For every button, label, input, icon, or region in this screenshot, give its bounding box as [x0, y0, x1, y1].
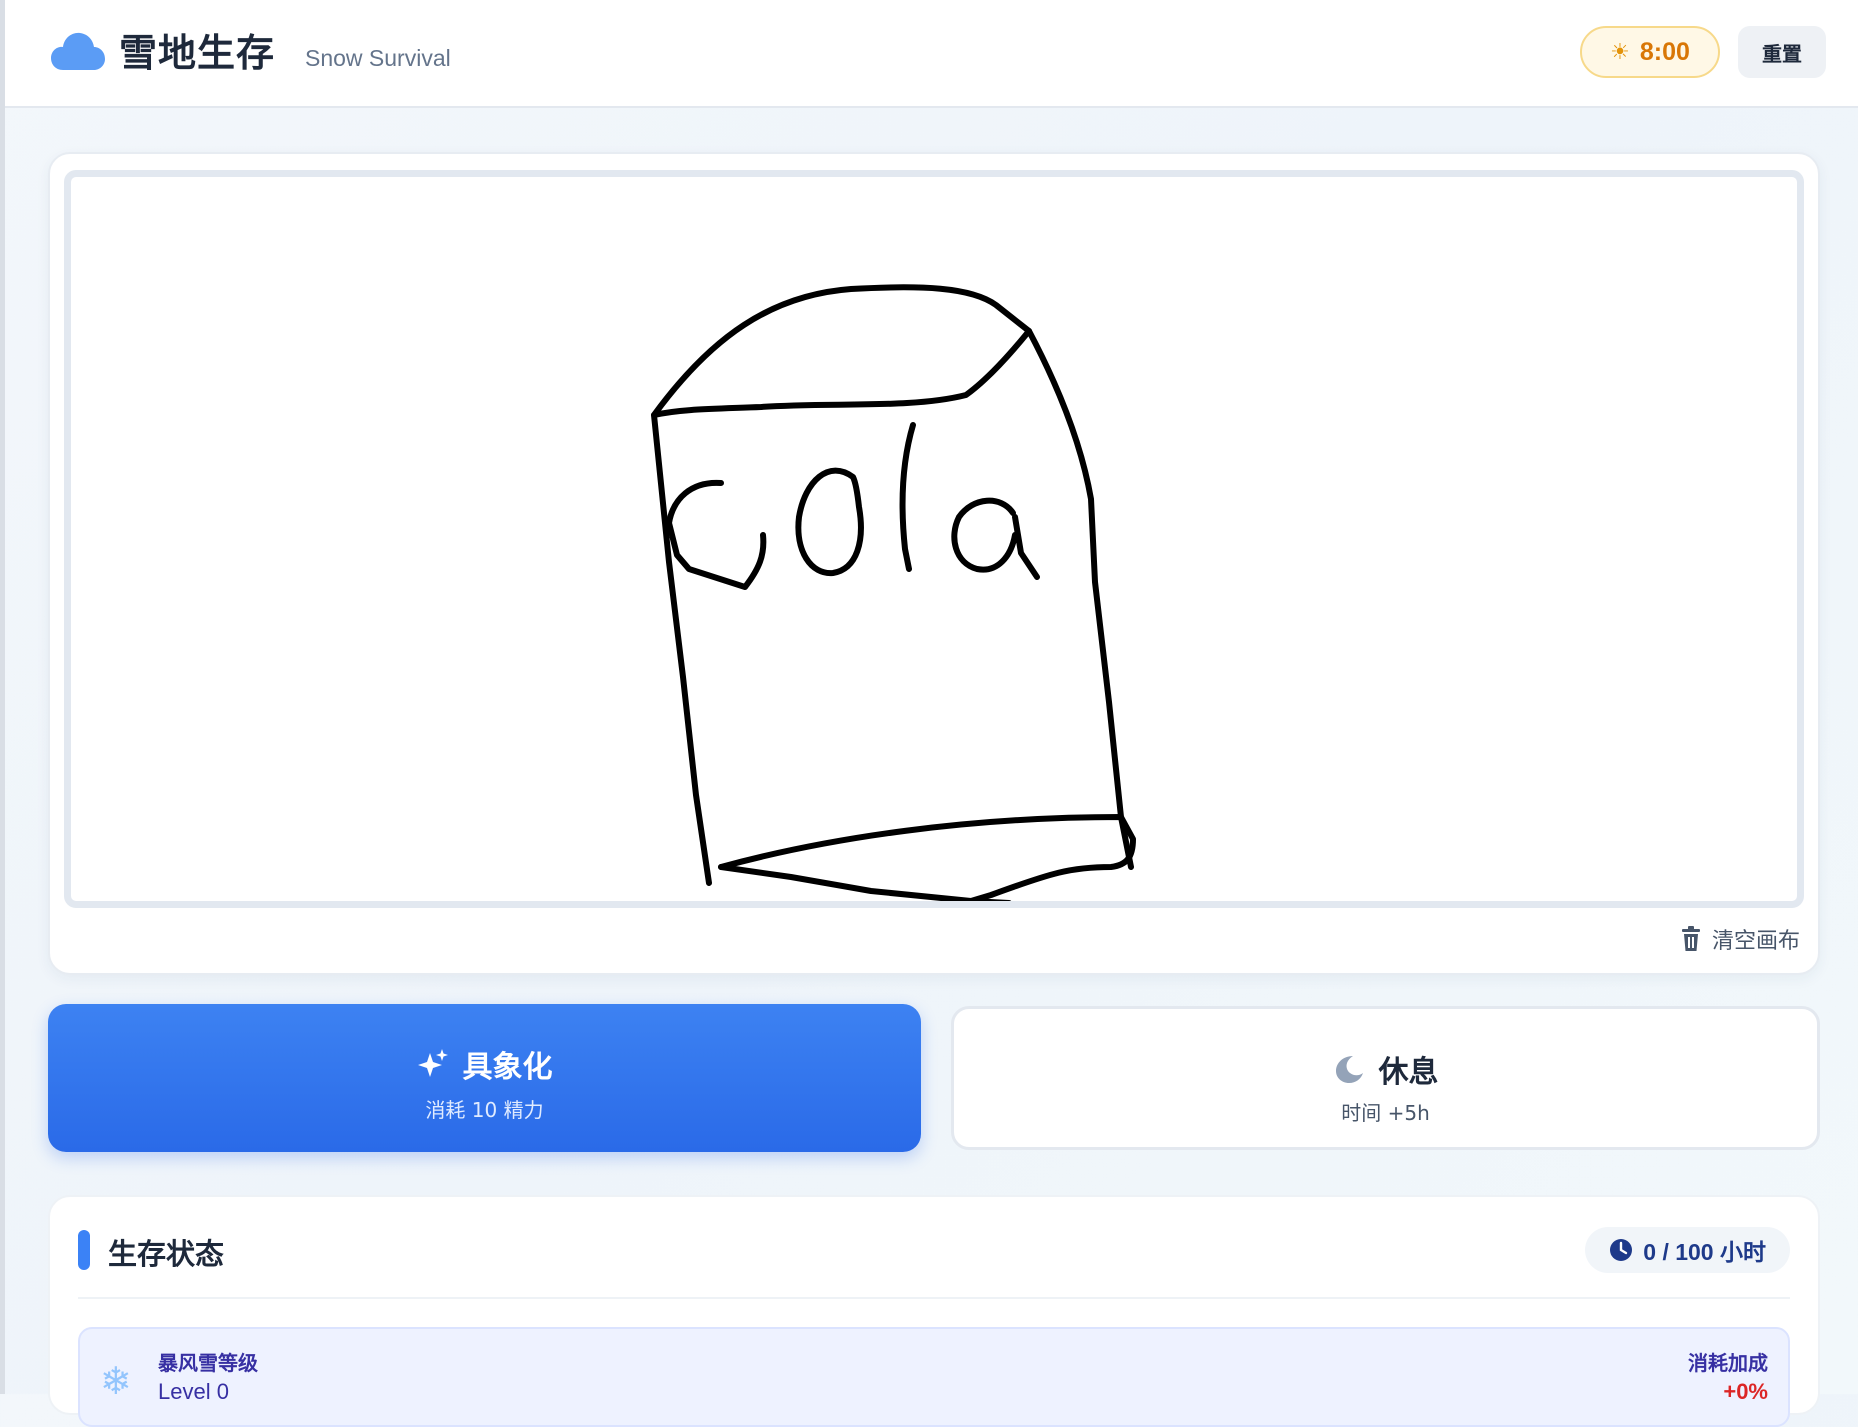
app-subtitle: Snow Survival: [305, 45, 451, 71]
canvas-card: 清空画布: [48, 152, 1820, 975]
clock-icon: [1610, 1239, 1633, 1261]
app-title: 雪地生存: [119, 31, 276, 75]
status-title: 生存状态: [108, 1237, 225, 1271]
blizzard-level: Level 0: [158, 1379, 229, 1404]
divider: [78, 1297, 1790, 1299]
hours-text: 0 / 100 小时: [1643, 1239, 1766, 1265]
sun-icon: ☀: [1610, 39, 1630, 65]
blizzard-label: 暴风雪等级: [158, 1351, 258, 1375]
rest-effect: 时间 +5h: [1341, 1101, 1430, 1125]
bonus-label: 消耗加成: [1688, 1351, 1768, 1375]
materialize-label: 具象化: [462, 1050, 553, 1085]
cloud-icon: [51, 32, 105, 70]
clear-canvas-button[interactable]: 清空画布: [1674, 922, 1806, 956]
window-edge: [0, 0, 5, 1394]
drawing-canvas[interactable]: [64, 170, 1804, 908]
reset-button[interactable]: 重置: [1738, 26, 1826, 78]
clear-canvas-label: 清空画布: [1711, 929, 1800, 954]
moon-icon: [1335, 1056, 1363, 1083]
snowflake-icon: ❄: [100, 1359, 132, 1403]
rest-label: 休息: [1378, 1055, 1439, 1090]
time-badge: ☀ 8:00: [1580, 26, 1720, 78]
sketch-drawing: [651, 284, 1136, 901]
survival-status-card: 生存状态 0 / 100 小时 ❄ 暴风雪等级 Level 0 消耗加成 +0%: [48, 1195, 1820, 1427]
materialize-button[interactable]: 具象化 消耗 10 精力: [48, 1004, 921, 1152]
rest-button[interactable]: 休息 时间 +5h: [951, 1006, 1820, 1150]
time-display: 8:00: [1639, 37, 1690, 66]
hours-pill: 0 / 100 小时: [1585, 1227, 1790, 1273]
materialize-cost: 消耗 10 精力: [425, 1098, 544, 1122]
blizzard-panel: ❄ 暴风雪等级 Level 0 消耗加成 +0%: [78, 1327, 1790, 1427]
app-header: 雪地生存 Snow Survival ☀ 8:00 重置: [5, 0, 1858, 108]
sparkles-icon: [417, 1049, 448, 1077]
trash-icon: [1681, 926, 1700, 951]
section-accent-bar: [78, 1230, 90, 1270]
bonus-value: +0%: [1723, 1379, 1768, 1404]
